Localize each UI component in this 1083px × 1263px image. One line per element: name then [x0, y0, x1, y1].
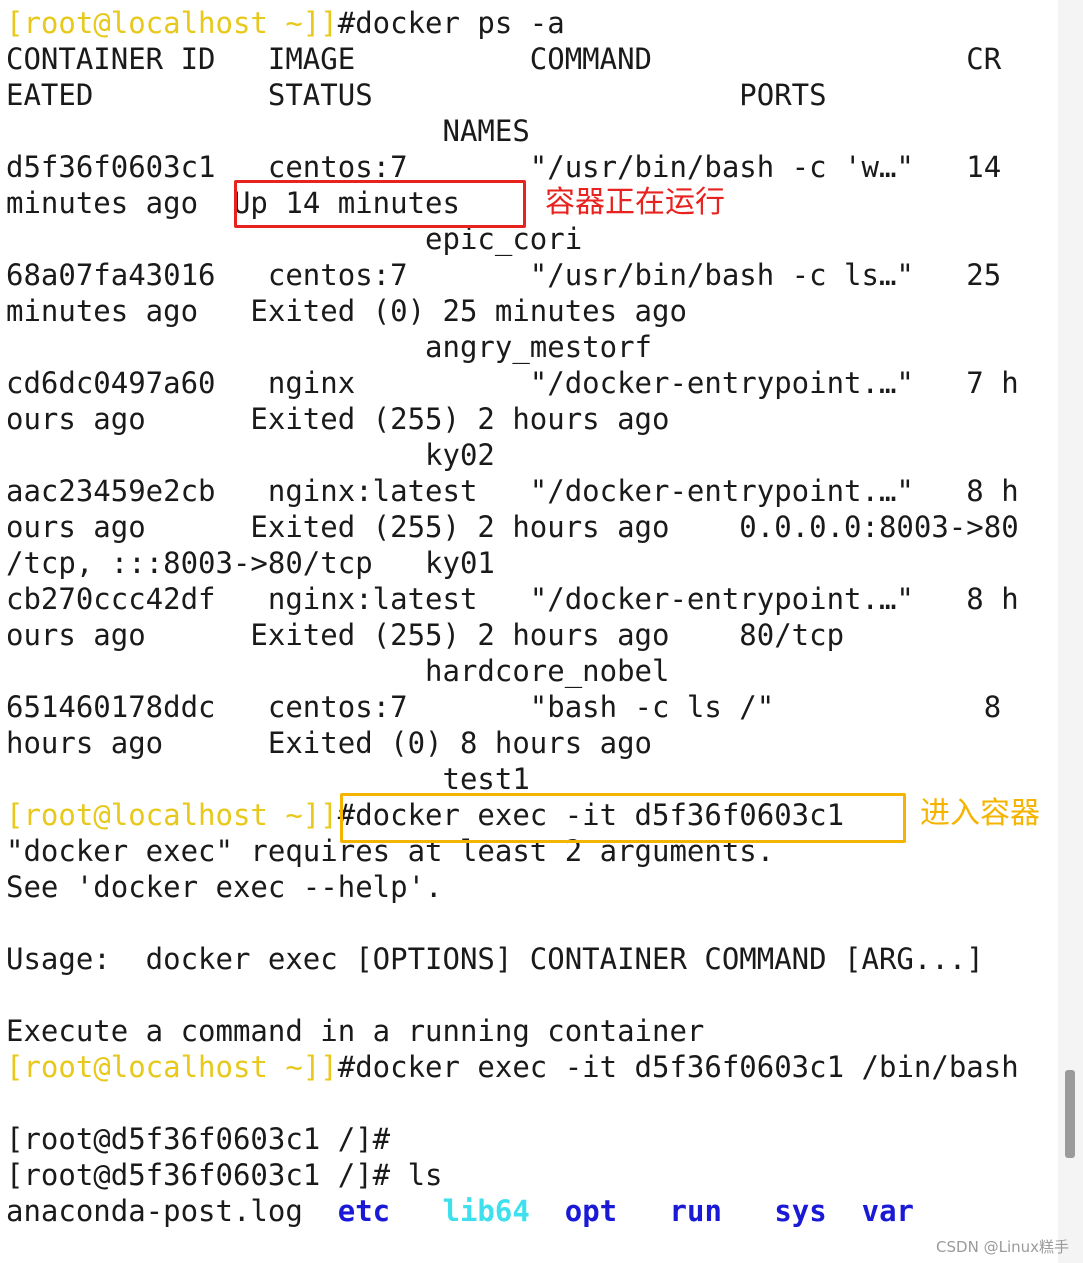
container-row-line: ours ago Exited (255) 2 hours ago: [6, 402, 670, 436]
terminal-window[interactable]: [root@localhost ~]]#docker ps -a CONTAIN…: [0, 0, 1058, 1263]
ls-dir: run: [669, 1194, 722, 1228]
created-text: minutes ago: [6, 186, 216, 220]
ls-output: anaconda-post.log etc lib64 opt run sys …: [6, 1193, 914, 1229]
container-row-line: minutes ago Exited (0) 25 minutes ago: [6, 294, 687, 328]
scrollbar-thumb[interactable]: [1065, 1070, 1075, 1158]
container-row-line: 68a07fa43016 centos:7 "/usr/bin/bash -c …: [6, 258, 1002, 292]
table-header: CONTAINER ID IMAGE COMMAND CR: [6, 42, 1002, 76]
ls-dir: opt: [564, 1194, 618, 1228]
ls-link: lib64: [442, 1194, 530, 1228]
container-row-line: test1: [6, 762, 530, 796]
shell-prompt: [root@localhost ~]]: [6, 798, 338, 832]
usage-line: Execute a command in a running container: [6, 1014, 705, 1048]
container-row-line: ours ago Exited (255) 2 hours ago 80/tcp: [6, 618, 845, 652]
container-row-line: cd6dc0497a60 nginx "/docker-entrypoint.……: [6, 366, 1019, 400]
container-row-line: ky02: [6, 438, 495, 472]
shell-prompt: [root@localhost ~]]: [6, 6, 338, 40]
container-row-line: angry_mestorf: [6, 330, 653, 364]
usage-line: Usage: docker exec [OPTIONS] CONTAINER C…: [6, 942, 984, 976]
enter-annotation: 进入容器: [920, 796, 1040, 831]
watermark: CSDN @Linux糕手: [936, 1238, 1069, 1256]
terminal-line: [root@localhost ~]]#docker exec -it d5f3…: [6, 1049, 1019, 1085]
container-prompt: [root@d5f36f0603c1 /]#: [6, 1122, 391, 1156]
container-row-line: hardcore_nobel: [6, 654, 670, 688]
table-header: EATED STATUS PORTS: [6, 78, 827, 112]
command-text: #docker ps -a: [337, 6, 565, 40]
vertical-scrollbar[interactable]: [1058, 0, 1083, 1263]
container-row-line: hours ago Exited (0) 8 hours ago: [6, 726, 653, 760]
running-annotation: 容器正在运行: [545, 185, 725, 220]
command-text: #docker exec -it d5f36f0603c1 /bin/bash: [337, 1050, 1019, 1084]
running-highlight-box: [234, 180, 526, 228]
container-row-line: 651460178ddc centos:7 "bash -c ls /" 8: [6, 690, 1002, 724]
container-row-line: /tcp, :::8003->80/tcp ky01: [6, 546, 495, 580]
container-row-line: aac23459e2cb nginx:latest "/docker-entry…: [6, 474, 1019, 508]
exec-highlight-box: [340, 793, 906, 843]
container-row-line: ours ago Exited (255) 2 hours ago 0.0.0.…: [6, 510, 1019, 544]
ls-dir: var: [861, 1194, 915, 1228]
ls-file: anaconda-post.log: [6, 1194, 303, 1228]
shell-prompt: [root@localhost ~]]: [6, 1050, 338, 1084]
ls-dir: sys: [774, 1194, 827, 1228]
terminal-line: [root@localhost ~]]#docker ps -a: [6, 5, 565, 41]
ls-dir: etc: [337, 1194, 391, 1228]
table-header: NAMES: [6, 114, 530, 148]
container-row-line: cb270ccc42df nginx:latest "/docker-entry…: [6, 582, 1019, 616]
container-prompt: [root@d5f36f0603c1 /]# ls: [6, 1158, 443, 1192]
error-line: See 'docker exec --help'.: [6, 870, 443, 904]
